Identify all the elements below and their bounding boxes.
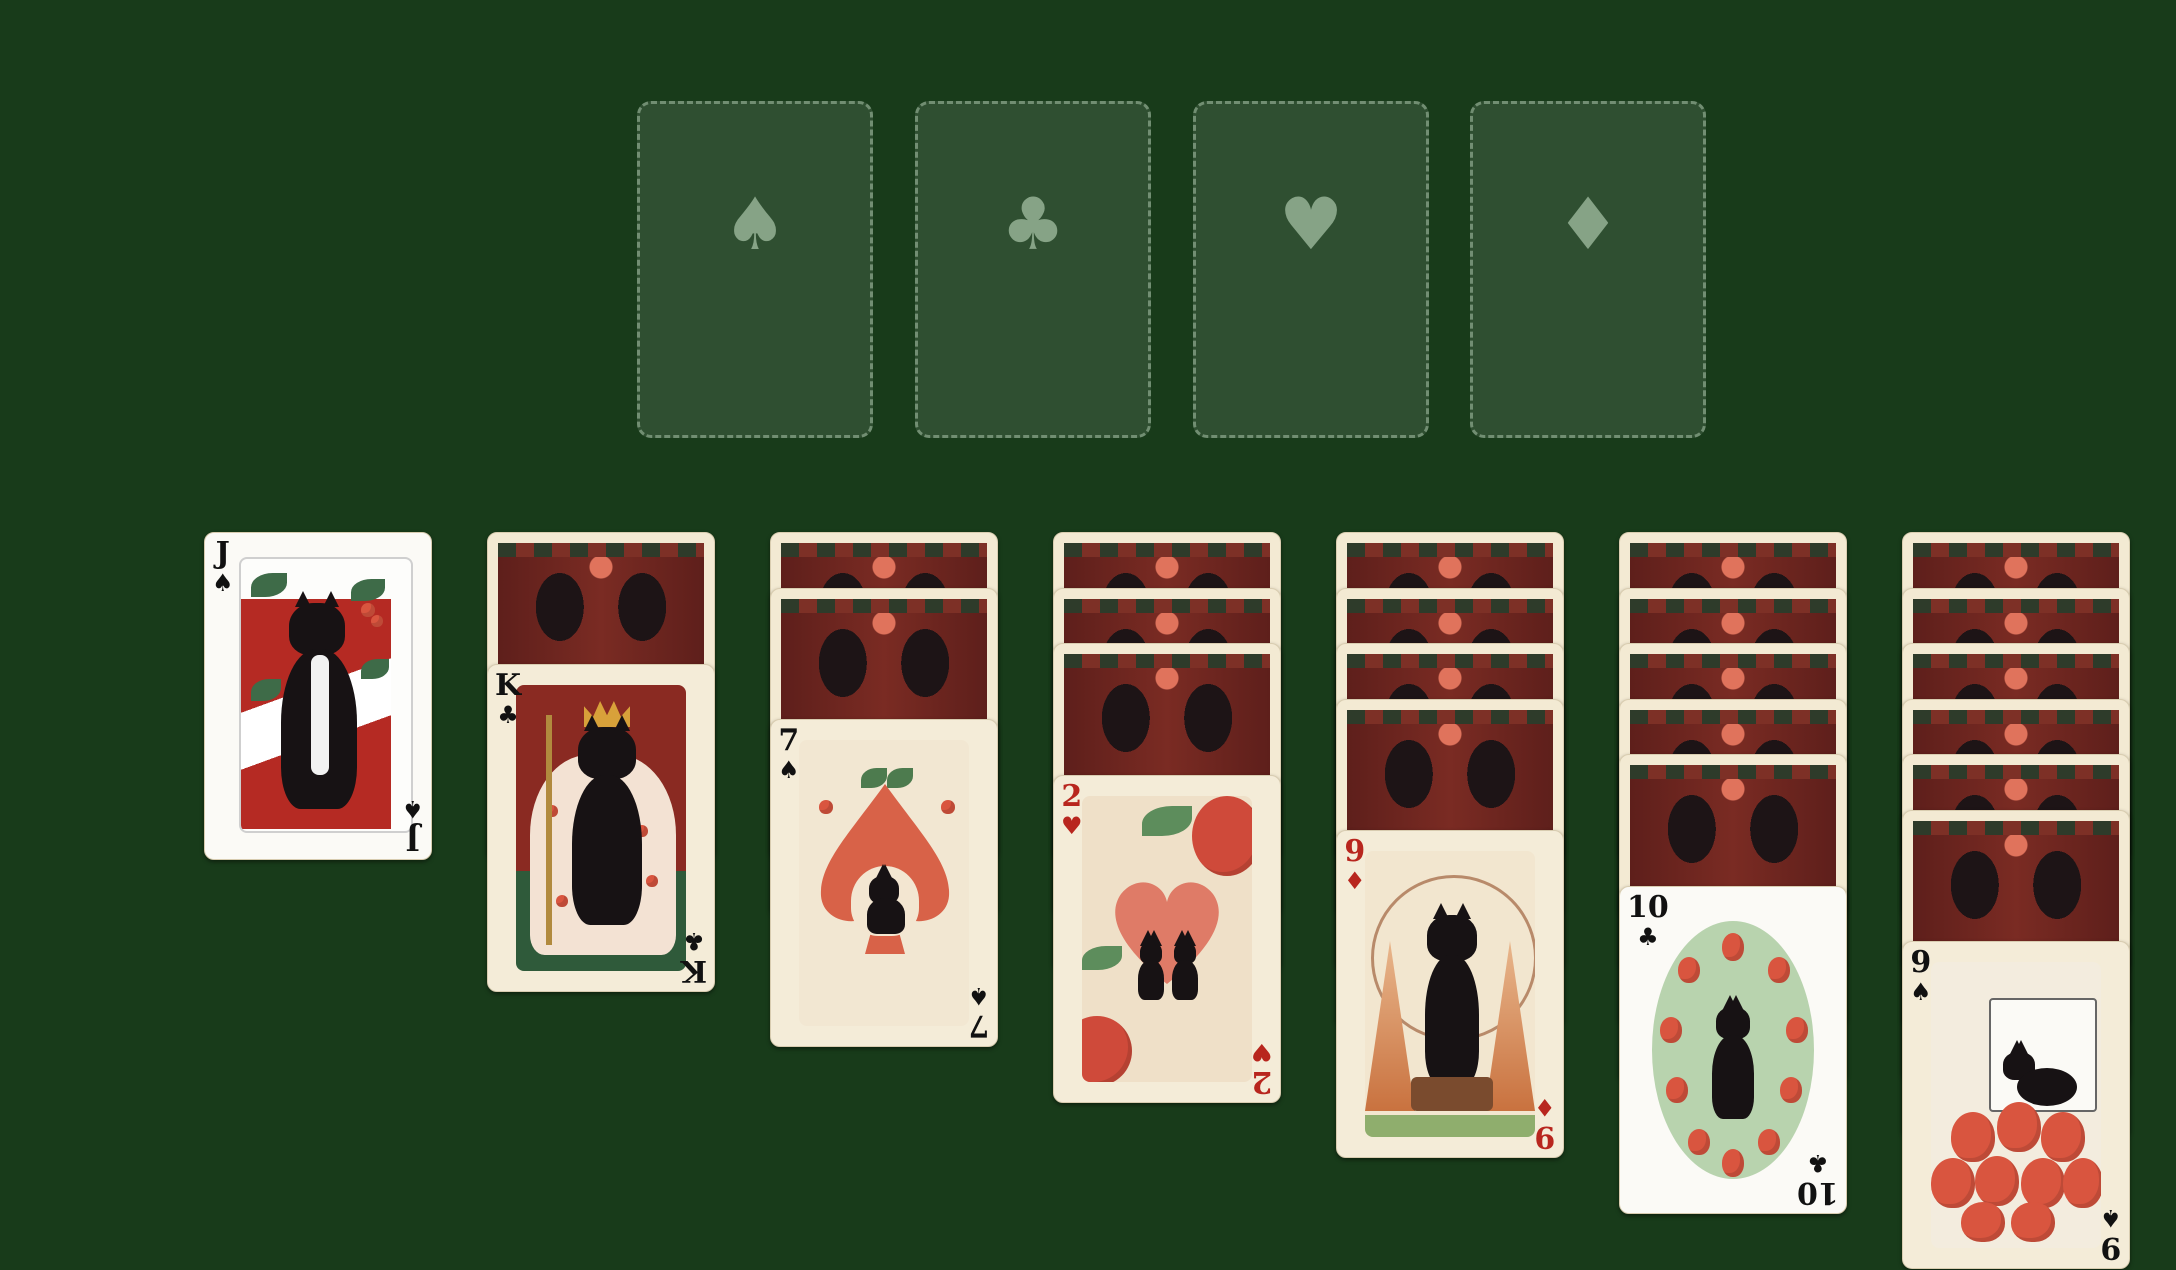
card-corner-top: 7 ♠	[778, 723, 800, 784]
card-art-strawberry-pile-cat	[1931, 962, 2101, 1248]
heart-icon: ♥	[1251, 1038, 1273, 1066]
card-rank: J	[406, 821, 421, 856]
card-art-strawberry-ring-cat	[1648, 907, 1818, 1193]
card-rank: 2	[1251, 1064, 1273, 1099]
card-corner-bottom: 7 ♠	[968, 982, 990, 1043]
tableau-top-card[interactable]: 9 ♠ 9 ♠	[1902, 941, 2130, 1269]
card-corner-bottom: 2 ♥	[1251, 1038, 1273, 1099]
card-rank: K	[495, 668, 522, 703]
foundation-diamonds[interactable]: ♦	[1470, 101, 1706, 438]
spade-icon: ♠	[1910, 978, 1932, 1006]
tableau-top-card[interactable]: 9 ♦ 9 ♦	[1336, 830, 1564, 1158]
tableau-pile-3: 2 ♥ 2 ♥	[1053, 532, 1281, 1232]
card-art-stump-cat	[1365, 851, 1535, 1137]
tableau-top-card[interactable]: 10 ♣ 10 ♣	[1619, 886, 1847, 1214]
card-rank: K	[680, 953, 707, 988]
tableau-pile-2: 7 ♠ 7 ♠	[770, 532, 998, 1232]
club-icon: ♣	[1000, 182, 1066, 266]
spade-icon: ♠	[2100, 1204, 2122, 1232]
card-corner-bottom: 9 ♠	[2100, 1204, 2122, 1265]
card-rank: 9	[1534, 1119, 1556, 1154]
diamond-icon: ♦	[1534, 1093, 1556, 1121]
card-rank: 7	[778, 723, 800, 758]
spade-icon: ♠	[402, 795, 424, 823]
card-art-jack-cat	[239, 557, 413, 833]
tableau-top-card[interactable]: K ♣ K ♣	[487, 664, 715, 992]
card-corner-top: 9 ♦	[1344, 834, 1366, 895]
card-rank: 10	[1797, 1175, 1839, 1210]
heart-icon: ♥	[1278, 182, 1344, 266]
spade-icon: ♠	[722, 182, 788, 266]
club-icon: ♣	[1807, 1149, 1829, 1177]
tableau-pile-4: 9 ♦ 9 ♦	[1336, 532, 1564, 1232]
tableau-pile-1: K ♣ K ♣	[487, 532, 715, 1232]
tableau-pile-5: 10 ♣ 10 ♣	[1619, 532, 1847, 1232]
card-art-spade-cat	[799, 740, 969, 1026]
card-corner-top: J ♠	[212, 536, 234, 597]
card-corner-top: 2 ♥	[1061, 779, 1083, 840]
foundation-clubs[interactable]: ♣	[915, 101, 1151, 438]
card-art-heart-cats	[1082, 796, 1252, 1082]
card-rank: 9	[1344, 834, 1366, 869]
club-icon: ♣	[497, 701, 519, 729]
card-rank: J	[215, 536, 230, 571]
card-corner-bottom: K ♣	[680, 927, 707, 988]
card-corner-top: K ♣	[495, 668, 522, 729]
card-rank: 7	[968, 1008, 990, 1043]
tableau-top-card[interactable]: 7 ♠ 7 ♠	[770, 719, 998, 1047]
club-icon: ♣	[683, 927, 705, 955]
card-art-king-cat	[516, 685, 686, 971]
card-rank: 9	[1910, 945, 1932, 980]
foundation-hearts[interactable]: ♥	[1193, 101, 1429, 438]
heart-icon: ♥	[1061, 812, 1083, 840]
waste-card[interactable]: J ♠ J ♠	[204, 532, 432, 860]
card-rank: 9	[2100, 1230, 2122, 1265]
spade-icon: ♠	[212, 569, 234, 597]
tableau-top-card[interactable]: 2 ♥ 2 ♥	[1053, 775, 1281, 1103]
club-icon: ♣	[1637, 923, 1659, 951]
tableau-pile-6: 9 ♠ 9 ♠	[1902, 532, 2130, 1269]
card-corner-bottom: 9 ♦	[1534, 1093, 1556, 1154]
card-corner-top: 10 ♣	[1627, 890, 1669, 951]
spade-icon: ♠	[968, 982, 990, 1010]
card-corner-top: 9 ♠	[1910, 945, 1932, 1006]
diamond-icon: ♦	[1555, 182, 1621, 266]
card-corner-bottom: J ♠	[402, 795, 424, 856]
foundation-spades[interactable]: ♠	[637, 101, 873, 438]
card-rank: 10	[1627, 890, 1669, 925]
solitaire-table: ♠ ♣ ♥ ♦ J ♠ J ♠ K ♣ K ♣ 7 ♠ 7 ♠ 2 ♥ 2 ♥ …	[0, 0, 2176, 1270]
diamond-icon: ♦	[1344, 867, 1366, 895]
card-corner-bottom: 10 ♣	[1797, 1149, 1839, 1210]
card-rank: 2	[1061, 779, 1083, 814]
spade-icon: ♠	[778, 756, 800, 784]
